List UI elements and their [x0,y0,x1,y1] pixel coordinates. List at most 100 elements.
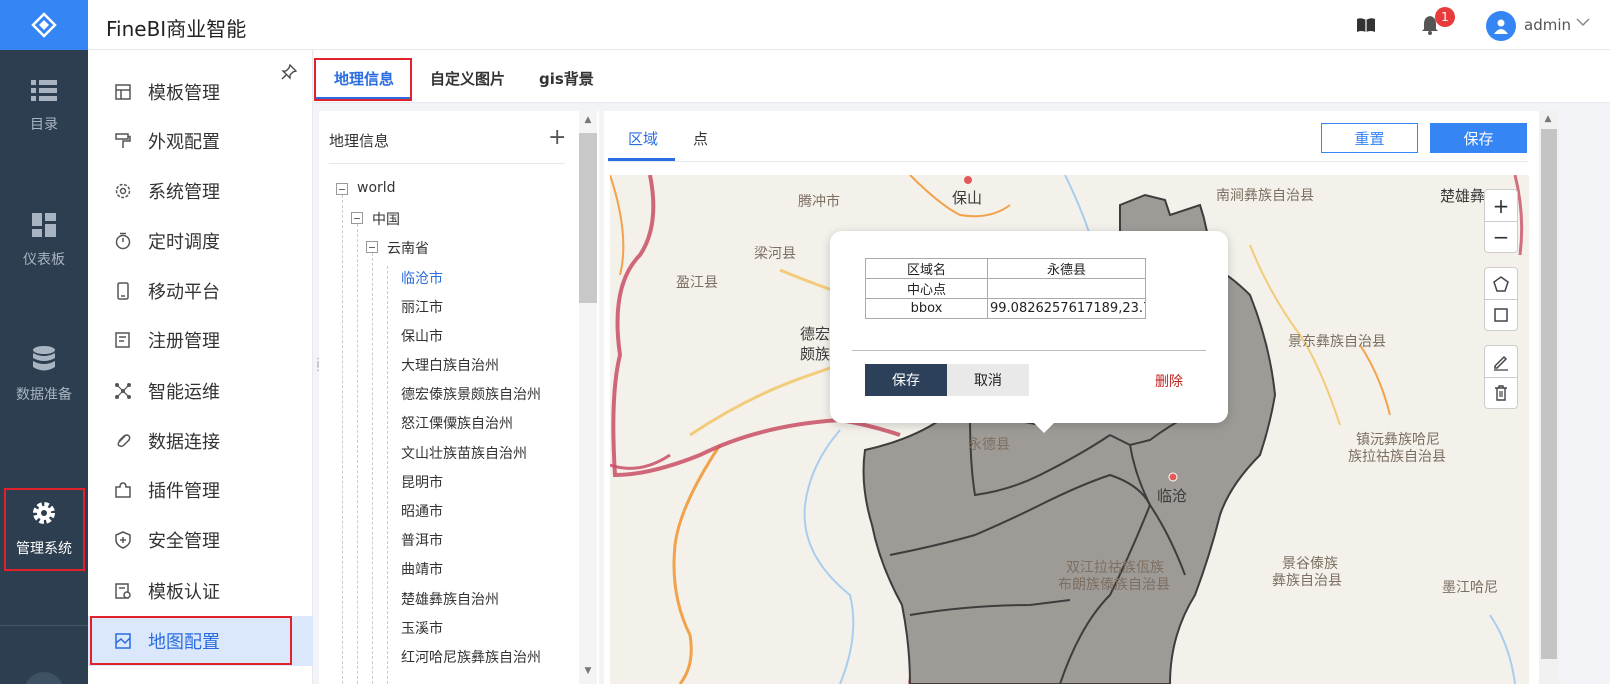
menu-item-registration[interactable]: 注册管理 [88,315,313,365]
dashboard-icon [32,213,56,237]
menu-item-label: 外观配置 [148,132,220,153]
tree-node-world[interactable]: world [357,180,396,196]
map-editor-panel: 区域 点 重置 保存 腾冲市 保山 梁河县 盈江县 德宏 颇族 南涧彝族自治县 … [604,111,1539,684]
scroll-down-icon[interactable]: ▼ [579,666,597,680]
rectangle-tool-button[interactable] [1485,299,1517,330]
popup-delete-button[interactable]: 删除 [1155,371,1183,391]
add-button[interactable]: + [548,125,566,150]
tree-node-city[interactable]: 红河哈尼族彝族自治州 [401,647,541,667]
active-tab-underline [316,97,410,99]
tree-node-city[interactable]: 德宏傣族景颇族自治州 [401,384,541,404]
menu-item-label: 注册管理 [148,331,220,352]
scrollbar-thumb[interactable] [579,133,597,303]
map-label: 永德县 [968,437,1010,453]
menu-item-label: 智能运维 [148,382,220,403]
table-value[interactable]: 永德县 [987,258,1146,279]
map-label: 族拉祜族自治县 [1348,449,1446,465]
save-button[interactable]: 保存 [1430,123,1527,153]
scrollbar-thumb[interactable] [1541,129,1557,659]
popup-cancel-button[interactable]: 取消 [947,364,1029,396]
table-row: bbox 99.0826257617189,23.75 [865,298,1146,319]
geo-tree-panel: 地理信息 + world 中国 云南省 临沧市 丽江市 保山市 大理白族自治州 … [319,111,599,684]
menu-item-label: 模板认证 [148,582,220,603]
sub-tab-region[interactable]: 区域 [628,128,658,149]
menu-item-data-connection[interactable]: 数据连接 [88,416,313,466]
main-scrollbar[interactable]: ▲ [1539,111,1559,684]
polygon-tool-button[interactable] [1485,268,1517,299]
tree-node-city[interactable]: 昭通市 [401,501,443,521]
menu-item-security[interactable]: 安全管理 [88,515,313,565]
map-label: 梁河县 [754,246,796,262]
tab-gis-background[interactable]: gis背景 [539,68,594,89]
edit-tool-button[interactable] [1485,346,1517,377]
book-icon[interactable] [1356,17,1376,33]
tree-node-city[interactable]: 昆明市 [401,472,443,492]
table-value[interactable] [987,278,1146,299]
zoom-in-button[interactable]: + [1485,190,1517,221]
menu-item-mobile[interactable]: 移动平台 [88,266,313,316]
rail-item-directory[interactable]: 目录 [0,62,88,152]
tree-node-city[interactable]: 文山壮族苗族自治州 [401,443,527,463]
username[interactable]: admin [1524,16,1571,34]
collapse-toggle[interactable] [351,212,363,224]
popup-save-button[interactable]: 保存 [865,364,947,396]
left-rail: 目录 仪表板 数据准备 管理系统 [0,0,88,684]
menu-item-plugins[interactable]: 插件管理 [88,465,313,515]
mobile-icon [112,280,134,302]
template-icon [112,81,134,103]
notification-badge: 1 [1435,7,1455,27]
tree-node-city[interactable]: 曲靖市 [401,559,443,579]
map-label: 布朗族傣族自治县 [1058,577,1170,593]
delete-tool-button[interactable] [1485,377,1517,408]
menu-item-system[interactable]: 系统管理 [88,166,313,216]
tree-node-china[interactable]: 中国 [372,209,400,229]
user-avatar[interactable] [1486,11,1516,41]
menu-item-map-config[interactable]: 地图配置 [88,616,313,666]
tree-node-city[interactable]: 玉溪市 [401,618,443,638]
tree-guide-line [372,253,373,684]
scroll-up-icon[interactable]: ▲ [579,115,597,129]
menu-item-label: 模板管理 [148,83,220,104]
tree-node-city[interactable]: 临沧市 [401,268,443,288]
menu-item-schedule[interactable]: 定时调度 [88,216,313,266]
app-logo[interactable] [0,0,88,50]
tree-node-city[interactable]: 大理白族自治州 [401,355,499,375]
collapse-toggle[interactable] [366,241,378,253]
tree-node-city[interactable]: 普洱市 [401,530,443,550]
zoom-out-button[interactable]: − [1485,221,1517,252]
map-label: 墨江哈尼 [1442,580,1498,596]
tab-custom-image[interactable]: 自定义图片 [430,68,505,89]
collapse-toggle[interactable] [336,183,348,195]
rail-item-data-prep[interactable]: 数据准备 [0,330,88,420]
polygon-icon [1493,275,1509,292]
chevron-down-icon[interactable] [1576,18,1590,27]
rail-avatar[interactable] [24,672,64,684]
tree-node-yunnan[interactable]: 云南省 [387,238,429,258]
sub-tab-point[interactable]: 点 [693,128,708,149]
tree-scrollbar[interactable]: ▲ ▼ [579,111,597,684]
trash-icon [1495,385,1507,401]
top-header: FineBI商业智能 1 admin [88,0,1610,50]
map-canvas[interactable]: 腾冲市 保山 梁河县 盈江县 德宏 颇族 南涧彝族自治县 楚雄彝 景东彝族自治县… [610,175,1529,684]
menu-item-ops[interactable]: 智能运维 [88,366,313,416]
tree-node-city[interactable]: 楚雄彝族自治州 [401,589,499,609]
reset-button[interactable]: 重置 [1321,123,1418,153]
rail-item-label: 数据准备 [16,387,72,403]
network-icon [112,380,134,402]
rail-item-admin[interactable]: 管理系统 [0,484,88,574]
user-icon [1494,19,1508,34]
rectangle-icon [1494,308,1508,322]
tree-node-city[interactable]: 保山市 [401,326,443,346]
rail-item-label: 目录 [30,117,58,133]
tree-node-city[interactable]: 丽江市 [401,297,443,317]
tab-geo-info[interactable]: 地理信息 [334,68,394,89]
menu-item-label: 系统管理 [148,182,220,203]
menu-item-template-cert[interactable]: 模板认证 [88,566,313,616]
settings-menu: 模板管理 外观配置 系统管理 定时调度 移动平台 注册管理 智能运维 数据连接 [88,50,313,684]
scroll-up-icon[interactable]: ▲ [1539,114,1557,128]
rail-item-dashboard[interactable]: 仪表板 [0,196,88,286]
menu-item-template-management[interactable]: 模板管理 [88,67,313,117]
tree-node-city[interactable]: 怒江傈僳族自治州 [401,413,513,433]
table-value[interactable]: 99.0826257617189,23.75 [987,298,1146,319]
menu-item-appearance[interactable]: 外观配置 [88,116,313,166]
